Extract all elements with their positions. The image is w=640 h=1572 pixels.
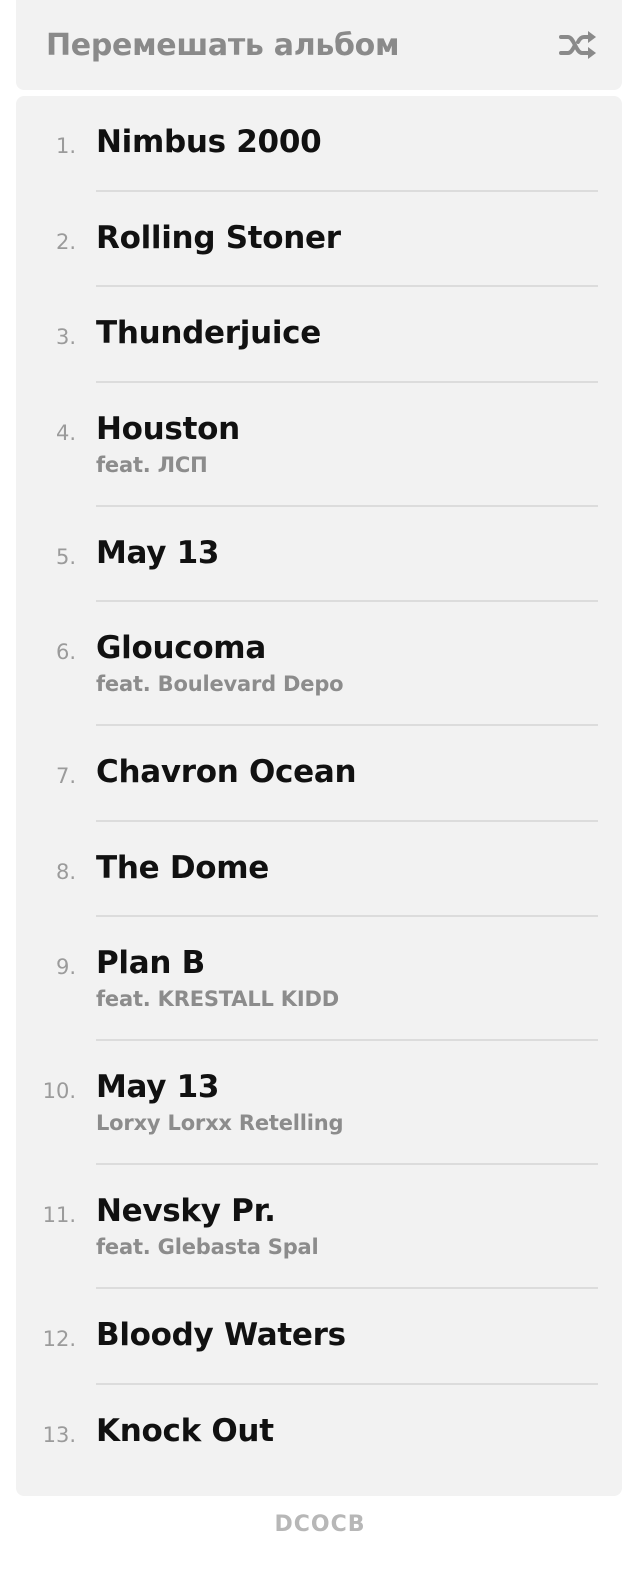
track-title: Nevsky Pr.	[96, 1193, 276, 1229]
track-row[interactable]: 11. Nevsky Pr. feat. Glebasta Spal	[16, 1165, 622, 1289]
track-row[interactable]: 8. The Dome	[16, 822, 622, 917]
track-title: Houston	[96, 410, 240, 447]
track-subtitle: feat. Glebasta Spal	[96, 1235, 319, 1259]
track-title: Bloody Waters	[96, 1317, 346, 1353]
shuffle-album-button[interactable]: Перемешать альбом	[16, 0, 622, 90]
track-number: 9.	[55, 955, 76, 979]
track-number: 1.	[55, 134, 76, 158]
track-number: 12.	[42, 1327, 76, 1351]
track-title: Thunderjuice	[96, 315, 321, 351]
track-subtitle: feat. KRESTALL KIDD	[96, 987, 339, 1011]
track-row[interactable]: 13. Knock Out	[16, 1385, 622, 1481]
track-title: Gloucoma	[96, 630, 266, 666]
footer-logo: DCOCB	[274, 1512, 366, 1537]
shuffle-album-label: Перемешать альбом	[46, 27, 400, 63]
track-number: 7.	[55, 764, 76, 788]
shuffle-icon	[559, 31, 596, 59]
track-title: Knock Out	[96, 1412, 274, 1449]
tracklist: 1. Nimbus 2000 2. Rolling Stoner 3. Thunderju…	[16, 96, 622, 1496]
track-row[interactable]: 9. Plan B feat. KRESTALL KIDD	[16, 917, 622, 1041]
track-row[interactable]: 4. Houston feat. ЛСП	[16, 383, 622, 507]
track-title: Plan B	[96, 945, 205, 981]
track-number: 6.	[55, 640, 76, 664]
track-number: 2.	[55, 229, 76, 254]
track-number: 11.	[42, 1203, 76, 1227]
track-number: 3.	[55, 325, 76, 349]
track-title: The Dome	[96, 849, 269, 886]
track-row[interactable]: 1. Nimbus 2000	[16, 96, 622, 192]
track-number: 8.	[55, 859, 76, 884]
track-row[interactable]: 7. Chavron Ocean	[16, 726, 622, 822]
track-row[interactable]: 3. Thunderjuice	[16, 287, 622, 383]
track-number: 13.	[42, 1422, 76, 1447]
track-title: Rolling Stoner	[96, 219, 341, 256]
track-row[interactable]: 2. Rolling Stoner	[16, 192, 622, 287]
track-title: May 13	[96, 1069, 220, 1105]
track-title: Chavron Ocean	[96, 754, 357, 790]
track-subtitle: feat. ЛСП	[96, 452, 208, 477]
track-title: May 13	[96, 534, 220, 571]
track-row[interactable]: 6. Gloucoma feat. Boulevard Depo	[16, 602, 622, 726]
track-number: 10.	[42, 1079, 76, 1103]
track-subtitle: Lorxy Lorxx Retelling	[96, 1111, 344, 1135]
track-title: Nimbus 2000	[96, 124, 322, 160]
track-row[interactable]: 12. Bloody Waters	[16, 1289, 622, 1385]
track-row[interactable]: 10. May 13 Lorxy Lorxx Retelling	[16, 1041, 622, 1165]
track-subtitle: feat. Boulevard Depo	[96, 672, 344, 696]
track-number: 5.	[55, 544, 76, 569]
track-number: 4.	[55, 420, 76, 445]
track-row[interactable]: 5. May 13	[16, 507, 622, 602]
